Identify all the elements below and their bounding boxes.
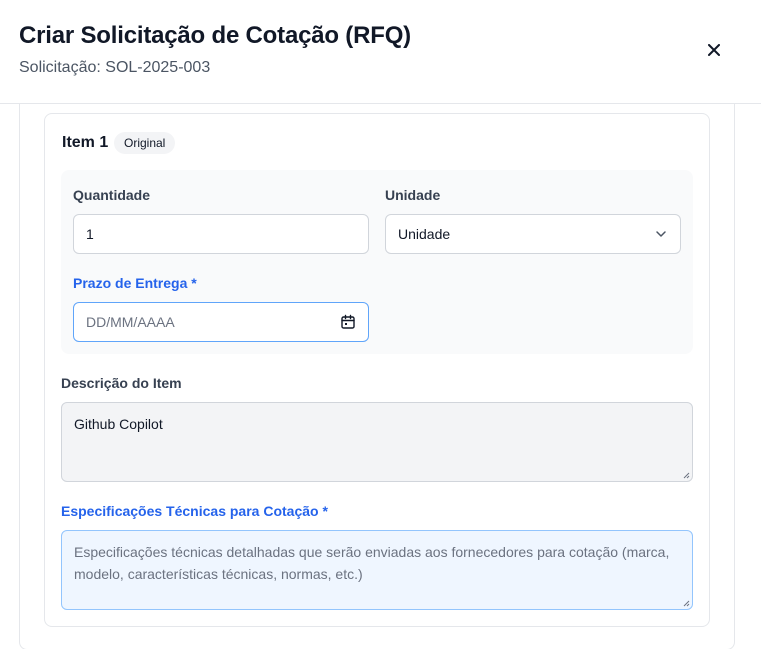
description-value: Github Copilot bbox=[74, 416, 163, 432]
chevron-down-icon bbox=[656, 231, 666, 237]
unit-select[interactable]: Unidade bbox=[385, 214, 681, 254]
close-button[interactable] bbox=[700, 36, 728, 64]
close-icon bbox=[708, 44, 720, 56]
unit-label: Unidade bbox=[385, 187, 441, 203]
unit-value: Unidade bbox=[398, 226, 451, 242]
deadline-label: Prazo de Entrega * bbox=[73, 275, 197, 291]
status-badge: Original bbox=[114, 132, 176, 154]
rfq-modal: Criar Solicitação de Cotação (RFQ) Solic… bbox=[0, 0, 761, 649]
quantity-input[interactable]: 1 bbox=[73, 214, 369, 254]
description-label: Descrição do Item bbox=[61, 375, 182, 391]
specs-placeholder: Especificações técnicas detalhadas que s… bbox=[74, 544, 670, 582]
resize-handle-icon[interactable] bbox=[682, 471, 690, 479]
request-id: Solicitação: SOL-2025-003 bbox=[19, 59, 211, 76]
modal-header: Criar Solicitação de Cotação (RFQ) Solic… bbox=[0, 0, 761, 104]
quantity-value: 1 bbox=[86, 226, 94, 242]
calendar-icon[interactable] bbox=[340, 314, 356, 330]
description-textarea[interactable]: Github Copilot bbox=[61, 402, 693, 482]
item-card: Item 1 Original Quantidade 1 Unidade Uni… bbox=[44, 113, 710, 627]
specs-textarea[interactable]: Especificações técnicas detalhadas que s… bbox=[61, 530, 693, 610]
deadline-input[interactable]: DD/MM/AAAA bbox=[73, 302, 369, 342]
quantity-label: Quantidade bbox=[73, 187, 151, 203]
specs-label: Especificações Técnicas para Cotação * bbox=[61, 503, 328, 519]
resize-handle-icon[interactable] bbox=[682, 599, 690, 607]
item-title: Item 1 bbox=[62, 134, 109, 151]
page-title: Criar Solicitação de Cotação (RFQ) bbox=[19, 22, 411, 49]
deadline-placeholder: DD/MM/AAAA bbox=[86, 314, 175, 330]
